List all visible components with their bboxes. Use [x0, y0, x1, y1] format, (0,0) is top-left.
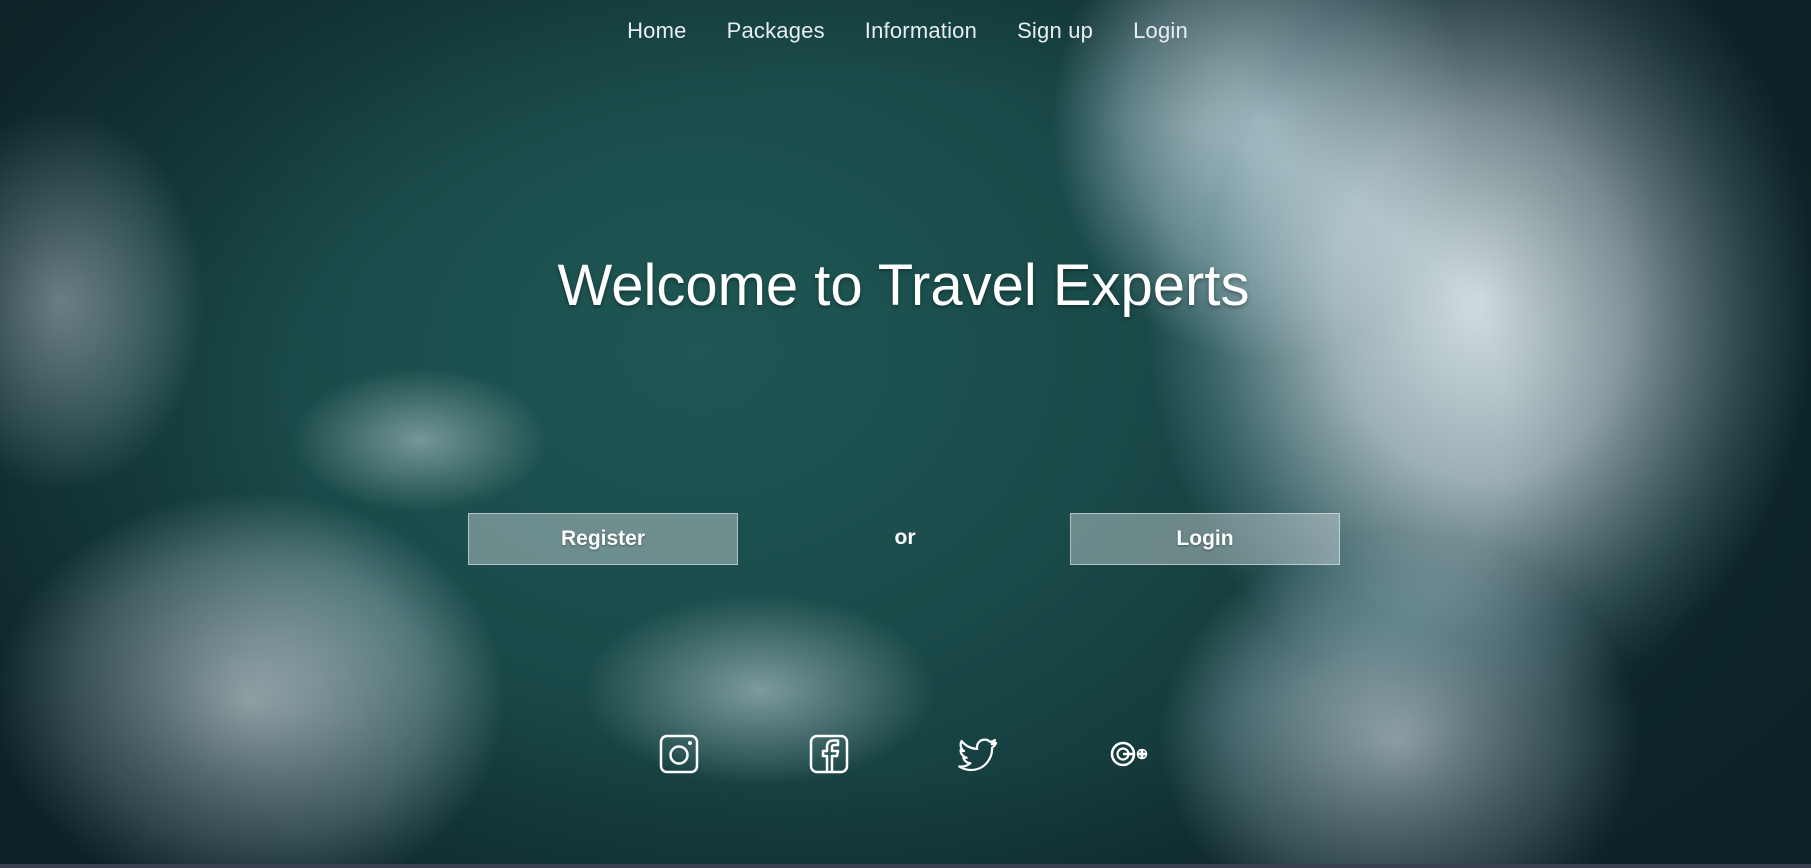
- top-navigation: Home Packages Information Sign up Login: [0, 18, 1811, 44]
- instagram-icon[interactable]: [657, 732, 701, 776]
- landing-page: Home Packages Information Sign up Login …: [0, 0, 1811, 868]
- page-title: Welcome to Travel Experts: [557, 253, 1250, 318]
- social-links: [0, 732, 1811, 776]
- facebook-icon[interactable]: [807, 732, 851, 776]
- twitter-icon[interactable]: [957, 732, 1001, 776]
- nav-signup-link[interactable]: Sign up: [1017, 18, 1093, 44]
- or-separator: or: [894, 526, 916, 549]
- nav-packages-link[interactable]: Packages: [727, 18, 825, 44]
- window-bottom-edge: [0, 864, 1811, 868]
- login-button[interactable]: Login: [1070, 513, 1340, 565]
- call-to-action-row: Register or Login: [0, 513, 1811, 567]
- google-plus-icon[interactable]: [1107, 732, 1151, 776]
- nav-information-link[interactable]: Information: [865, 18, 977, 44]
- register-button[interactable]: Register: [468, 513, 738, 565]
- nav-home-link[interactable]: Home: [627, 18, 687, 44]
- nav-login-link[interactable]: Login: [1133, 18, 1188, 44]
